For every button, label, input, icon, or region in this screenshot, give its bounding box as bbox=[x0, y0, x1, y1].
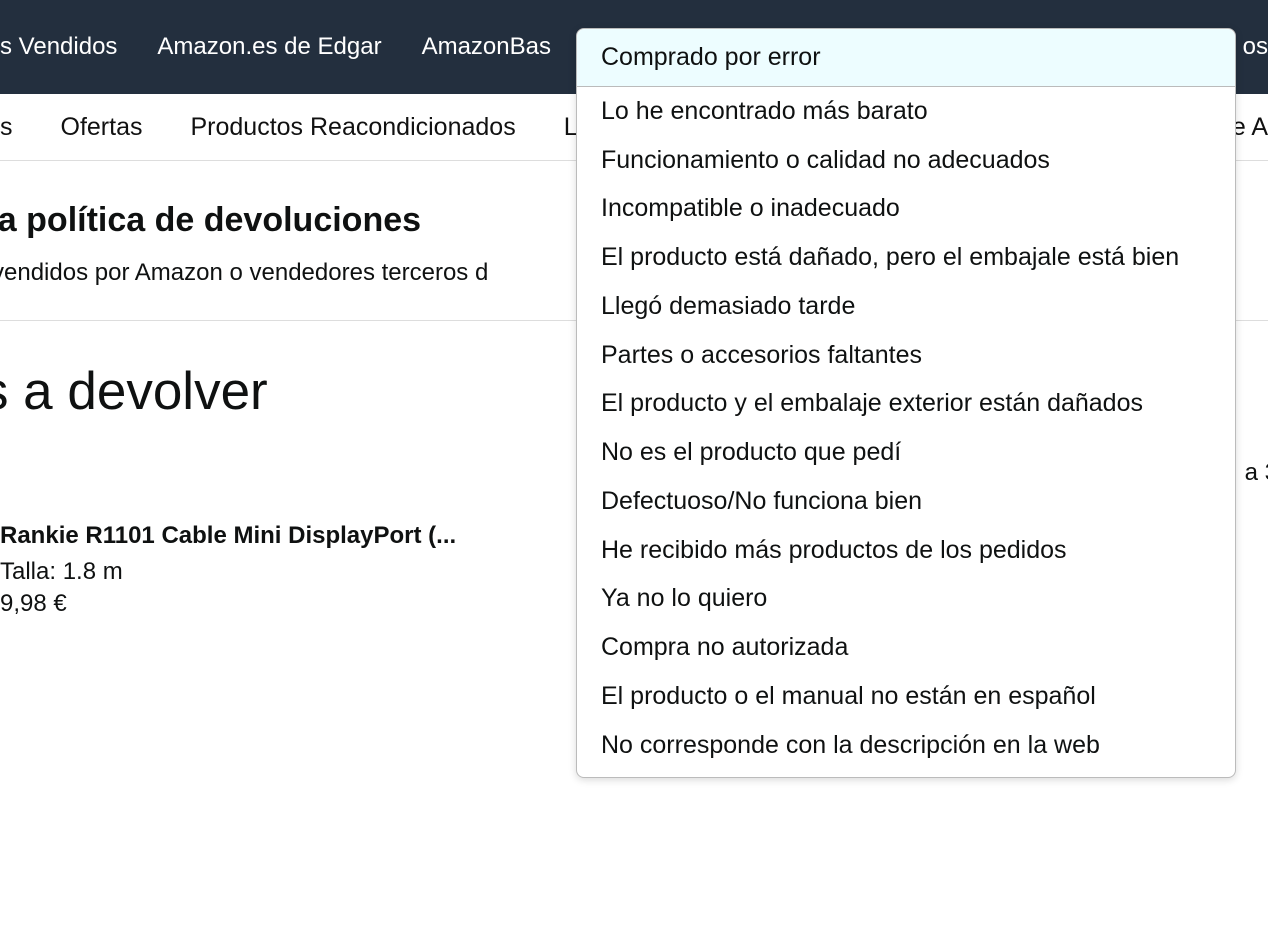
dropdown-item-no-quiero[interactable]: Ya no lo quiero bbox=[577, 574, 1235, 623]
nav-item-user-store[interactable]: Amazon.es de Edgar bbox=[137, 33, 401, 61]
dropdown-item-mas-barato[interactable]: Lo he encontrado más barato bbox=[577, 87, 1235, 136]
dropdown-item-incompatible[interactable]: Incompatible o inadecuado bbox=[577, 184, 1235, 233]
dropdown-item-comprado-error[interactable]: Comprado por error bbox=[577, 29, 1235, 87]
dropdown-item-no-espanol[interactable]: El producto o el manual no están en espa… bbox=[577, 672, 1235, 721]
dropdown-item-danado-embalaje-bien[interactable]: El producto está dañado, pero el embajal… bbox=[577, 233, 1235, 282]
dropdown-item-todo-danado[interactable]: El producto y el embalaje exterior están… bbox=[577, 379, 1235, 428]
dropdown-item-mas-productos[interactable]: He recibido más productos de los pedidos bbox=[577, 526, 1235, 575]
nav-item-amazon-basics[interactable]: AmazonBas bbox=[402, 33, 571, 61]
dropdown-item-tarde[interactable]: Llegó demasiado tarde bbox=[577, 282, 1235, 331]
dropdown-item-no-descripcion[interactable]: No corresponde con la descripción en la … bbox=[577, 721, 1235, 778]
dropdown-item-partes-faltantes[interactable]: Partes o accesorios faltantes bbox=[577, 331, 1235, 380]
nav-item-bestsellers[interactable]: s Vendidos bbox=[0, 33, 137, 61]
policy-text-right: a 3 bbox=[1245, 459, 1268, 487]
sub-nav-item-ofertas[interactable]: Ofertas bbox=[37, 113, 167, 142]
dropdown-item-no-autorizada[interactable]: Compra no autorizada bbox=[577, 623, 1235, 672]
dropdown-item-defectuoso[interactable]: Defectuoso/No funciona bien bbox=[577, 477, 1235, 526]
dropdown-item-no-pedido[interactable]: No es el producto que pedí bbox=[577, 428, 1235, 477]
sub-nav-item-reacondicionados[interactable]: Productos Reacondicionados bbox=[166, 113, 539, 142]
return-reason-dropdown: Comprado por error Lo he encontrado más … bbox=[576, 28, 1236, 778]
dropdown-item-calidad[interactable]: Funcionamiento o calidad no adecuados bbox=[577, 136, 1235, 185]
sub-nav-item-fragment[interactable]: s bbox=[0, 113, 37, 142]
